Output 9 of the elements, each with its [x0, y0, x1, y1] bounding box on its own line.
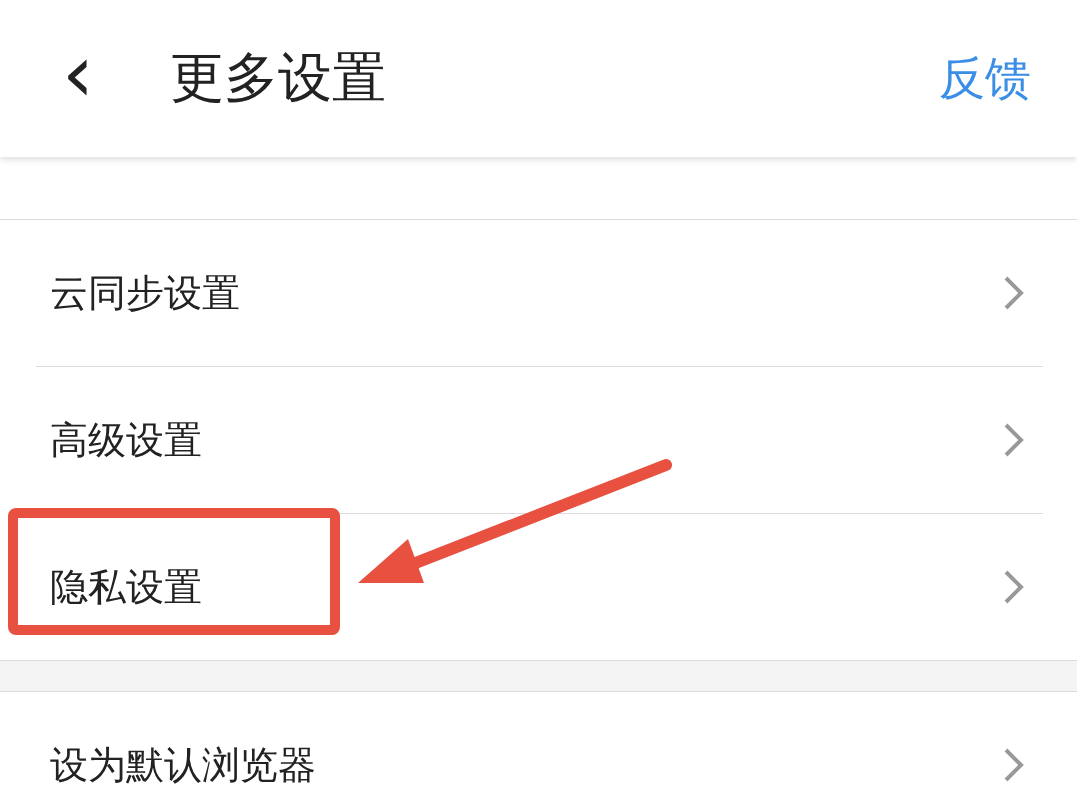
chevron-icon [1003, 275, 1025, 311]
chevron-icon [1003, 747, 1025, 783]
settings-row[interactable]: 高级设置 [36, 367, 1043, 514]
settings-row[interactable]: 云同步设置 [36, 220, 1043, 367]
chevron-icon [1003, 422, 1025, 458]
chevron-icon [1003, 569, 1025, 605]
page-title: 更多设置 [170, 45, 387, 111]
back-button[interactable]: ‹ [62, 33, 142, 124]
settings-row[interactable]: 隐私设置 [36, 514, 1043, 660]
